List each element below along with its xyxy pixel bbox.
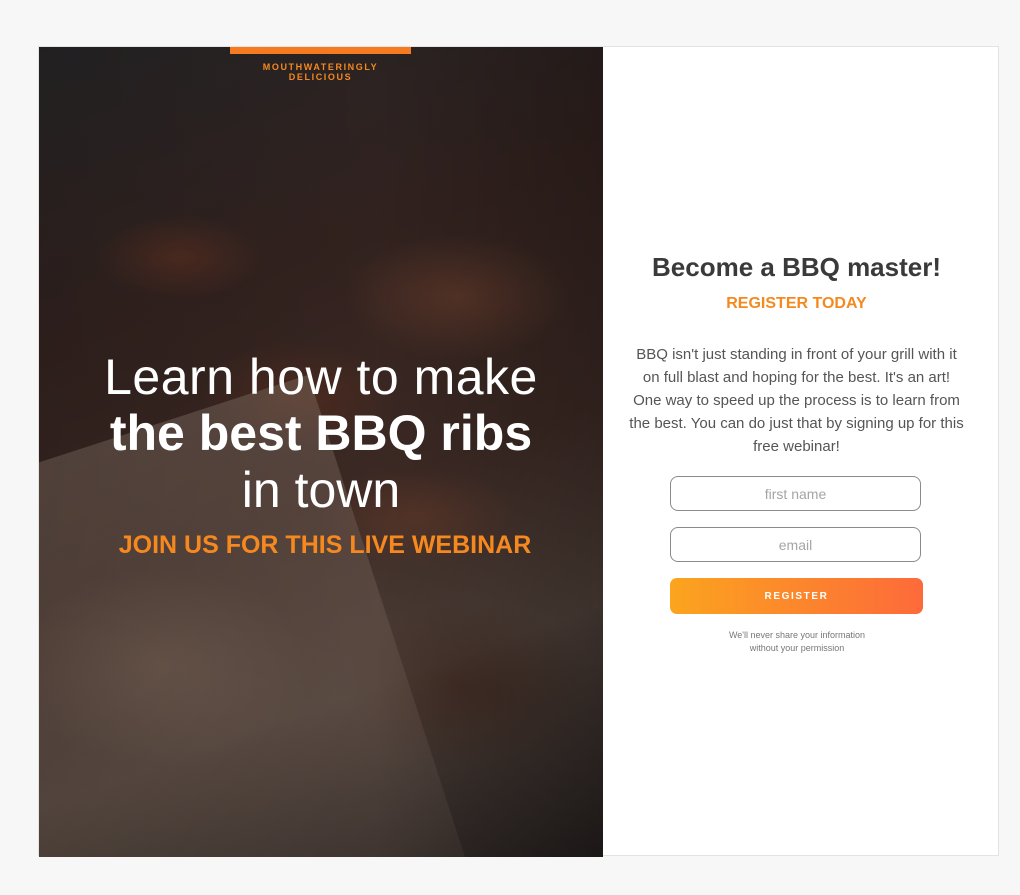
brand-tagline: MOUTHWATERINGLY DELICIOUS xyxy=(262,62,379,82)
privacy-line-1: We'll never share your information xyxy=(728,630,866,640)
email-input[interactable] xyxy=(670,527,921,562)
privacy-note: We'll never share your information witho… xyxy=(717,629,877,655)
landing-card: MOUTHWATERINGLY DELICIOUS Learn how to m… xyxy=(38,46,999,857)
first-name-input[interactable] xyxy=(670,476,921,511)
form-title: Become a BBQ master! xyxy=(652,252,941,282)
logo-bar xyxy=(230,47,411,54)
webinar-cta-text: JOIN US FOR THIS LIVE WEBINAR xyxy=(118,531,532,559)
hero-headline: Learn how to make the best BBQ ribs in t… xyxy=(39,349,603,560)
privacy-line-2: without your permission xyxy=(749,643,845,653)
headline-line-3: in town xyxy=(241,462,401,518)
headline-line-1: Learn how to make xyxy=(104,349,538,405)
headline-line-2: the best BBQ ribs xyxy=(109,405,533,461)
hero-image-section: MOUTHWATERINGLY DELICIOUS Learn how to m… xyxy=(39,47,603,857)
register-button[interactable]: REGISTER xyxy=(670,578,923,614)
form-description: BBQ isn't just standing in front of your… xyxy=(629,346,964,455)
form-subtitle: REGISTER TODAY xyxy=(726,295,867,312)
registration-panel: Become a BBQ master! REGISTER TODAY BBQ … xyxy=(603,47,999,857)
